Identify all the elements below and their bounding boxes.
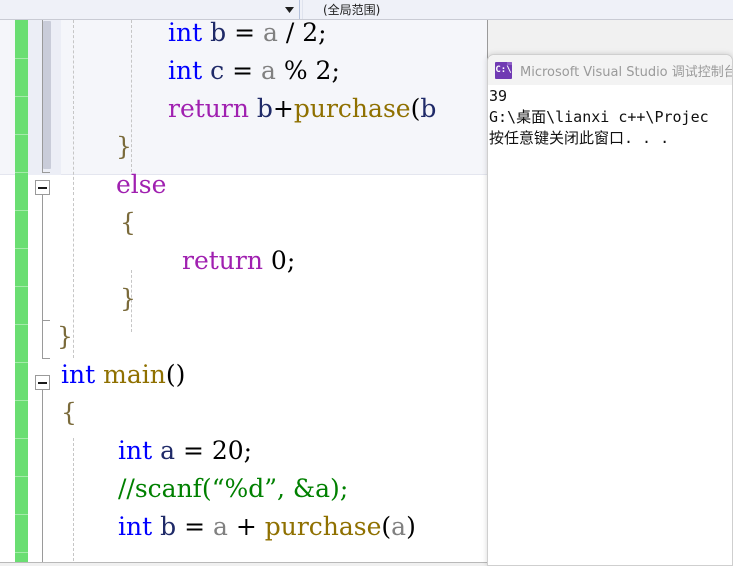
code-token-var: a (260, 56, 276, 85)
code-token-var: a (391, 512, 407, 541)
code-token-punct (263, 246, 271, 275)
console-app-icon: C:\ (495, 61, 512, 79)
code-token-func: purchase (264, 512, 382, 541)
code-token-punct (95, 360, 103, 389)
console-output-line: 按任意键关闭此窗口. . . (489, 129, 670, 147)
code-token-punct: ( (410, 94, 421, 123)
global-scope-dropdown[interactable]: (全局范围) (303, 0, 733, 19)
code-token-punct: = (176, 512, 213, 541)
code-line[interactable]: int a = 20; (0, 432, 252, 470)
code-token-punct: ; (331, 56, 340, 85)
code-token-punct (249, 94, 257, 123)
code-line[interactable]: int c = a % 2; (0, 52, 340, 90)
editor-navigation-bar: (全局范围) (0, 0, 733, 20)
code-line[interactable]: } (0, 318, 73, 356)
code-token-num: 2 (315, 56, 332, 85)
code-token-punct: + (272, 94, 294, 123)
code-token-var: a (212, 512, 228, 541)
code-token-punct: () (165, 360, 186, 389)
code-line[interactable]: return b+purchase(b (0, 90, 436, 128)
code-token-punct: / (277, 20, 303, 47)
code-line[interactable]: int b = a / 2; (0, 20, 327, 52)
console-window-title: Microsoft Visual Studio 调试控制台 (520, 64, 733, 80)
code-token-ctrl: else (116, 170, 167, 199)
code-token-punct: ( (381, 512, 392, 541)
code-token-punct: ; (243, 436, 253, 465)
code-token-punct: + (227, 512, 265, 541)
code-text-layer[interactable]: int b = a / 2; int c = a % 2; return b+pur… (0, 20, 487, 566)
code-token-ident: a (160, 436, 176, 465)
code-line[interactable]: else (0, 166, 166, 204)
code-token-punct: ) (406, 512, 416, 541)
console-title-bar[interactable]: C:\ Microsoft Visual Studio 调试控制台 (488, 55, 732, 85)
code-line[interactable]: } (0, 128, 132, 166)
code-token-num: 2 (302, 20, 319, 47)
code-token-brace: } (116, 132, 132, 161)
code-token-punct (202, 20, 210, 47)
code-line[interactable]: int b = a + purchase(a) (0, 508, 416, 546)
code-token-ctrl: return (168, 94, 249, 123)
code-token-num: 20 (211, 436, 244, 465)
scope-selector-dropdown[interactable] (0, 0, 299, 19)
code-token-comment: //scanf(“%d”, &a); (118, 474, 349, 503)
code-token-punct: ; (318, 20, 327, 47)
code-token-punct (152, 436, 160, 465)
console-icon-glyph: C:\ (495, 64, 512, 75)
code-token-kw: int (61, 360, 96, 389)
code-token-ident: b (420, 94, 437, 123)
code-token-var: a (262, 20, 278, 47)
code-line[interactable]: { (0, 204, 136, 242)
code-token-num: 0 (270, 246, 287, 275)
code-token-func: main (103, 360, 166, 389)
code-token-punct: = (224, 56, 261, 85)
code-line[interactable]: return 0; (0, 242, 295, 280)
console-output-line: G:\桌面\lianxi c++\Projec (489, 108, 709, 126)
code-token-punct: ; (286, 246, 296, 275)
console-output-area[interactable]: 39 G:\桌面\lianxi c++\Projec 按任意键关闭此窗口. . . (488, 85, 732, 149)
horizontal-scrollbar[interactable] (0, 562, 487, 566)
code-token-kw: int (168, 20, 203, 47)
debug-console-window[interactable]: C:\ Microsoft Visual Studio 调试控制台 39 G:\桌… (487, 54, 733, 566)
code-token-punct (152, 512, 160, 541)
code-line[interactable]: { (0, 394, 77, 432)
code-token-punct (202, 56, 210, 85)
code-token-ident: c (210, 56, 225, 85)
code-token-punct: = (175, 436, 212, 465)
code-token-ident: b (210, 20, 227, 47)
code-token-brace: } (57, 322, 73, 351)
console-output-line: 39 (489, 87, 508, 105)
code-token-brace: { (120, 208, 136, 237)
code-token-kw: int (168, 56, 203, 85)
chevron-down-icon[interactable] (282, 0, 296, 19)
code-line[interactable]: //scanf(“%d”, &a); (0, 470, 348, 508)
code-editor[interactable]: int b = a / 2; int c = a % 2; return b+pur… (0, 20, 488, 566)
code-token-brace: } (120, 284, 136, 313)
code-token-ident: b (256, 94, 273, 123)
code-token-punct: % (275, 56, 316, 85)
code-token-ctrl: return (182, 246, 263, 275)
application-window: (全局范围) int b = a / 2; int c = a % 2; ret… (0, 0, 733, 566)
code-token-func: purchase (293, 94, 411, 123)
code-token-brace: { (61, 398, 77, 427)
code-line[interactable]: } (0, 280, 136, 318)
code-line[interactable]: int main() (0, 356, 185, 394)
code-token-ident: b (160, 512, 177, 541)
code-token-kw: int (118, 436, 153, 465)
global-scope-label: (全局范围) (323, 3, 381, 17)
code-token-punct: = (226, 20, 263, 47)
code-token-kw: int (118, 512, 153, 541)
